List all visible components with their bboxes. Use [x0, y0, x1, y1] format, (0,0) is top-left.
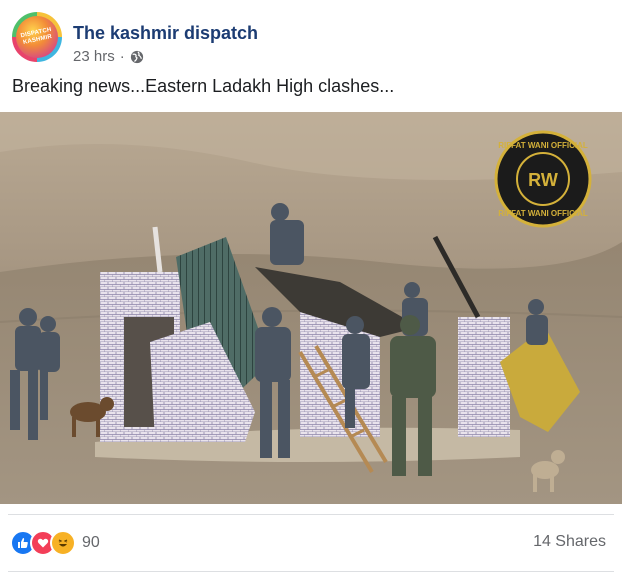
- shares-count[interactable]: 14 Shares: [533, 533, 606, 551]
- post-meta: 23 hrs ·: [73, 48, 144, 65]
- watermark-text-bottom: RIFFAT WANI OFFICIAL: [498, 209, 588, 218]
- page-avatar[interactable]: DISPATCH KASHMIR: [12, 12, 62, 62]
- facebook-post: DISPATCH KASHMIR The kashmir dispatch 23…: [0, 0, 622, 580]
- meta-separator: ·: [119, 48, 125, 65]
- page-name-link[interactable]: The kashmir dispatch: [73, 23, 258, 44]
- reaction-count: 90: [82, 534, 100, 551]
- watermark-text-top: RIFFAT WANI OFFICIAL: [498, 141, 588, 150]
- avatar-label: DISPATCH KASHMIR: [20, 26, 53, 46]
- photo-scene: RW RIFFAT WANI OFFICIAL RIFFAT WANI OFFI…: [0, 112, 622, 504]
- reaction-summary[interactable]: 90: [10, 530, 100, 556]
- divider: [8, 514, 614, 515]
- post-timestamp[interactable]: 23 hrs: [73, 48, 115, 65]
- watermark-initials: RW: [528, 170, 558, 190]
- divider-bottom: [8, 571, 614, 572]
- watermark-logo: RW RIFFAT WANI OFFICIAL RIFFAT WANI OFFI…: [494, 130, 592, 228]
- haha-icon: [50, 530, 76, 556]
- post-text: Breaking news...Eastern Ladakh High clas…: [12, 76, 395, 96]
- post-header: DISPATCH KASHMIR The kashmir dispatch 23…: [12, 12, 612, 66]
- post-photo[interactable]: RW RIFFAT WANI OFFICIAL RIFFAT WANI OFFI…: [0, 112, 622, 504]
- globe-icon[interactable]: [130, 50, 144, 64]
